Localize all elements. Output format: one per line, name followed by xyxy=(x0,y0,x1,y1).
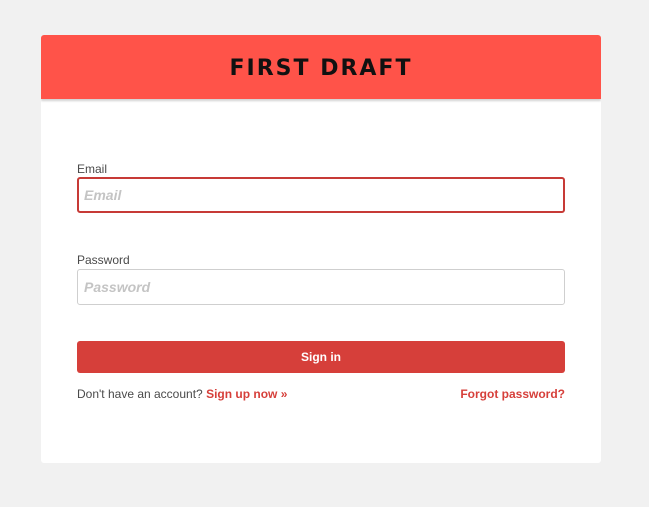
sign-up-link[interactable]: Sign up now » xyxy=(206,387,287,401)
password-field[interactable] xyxy=(77,269,565,305)
email-label: Email xyxy=(77,162,108,176)
email-field[interactable] xyxy=(77,177,565,213)
brand-logo-text: FIRST DRAFT xyxy=(229,55,413,81)
signup-prompt: Don't have an account? Sign up now » xyxy=(77,387,287,401)
header-bar: FIRST DRAFT xyxy=(41,35,601,99)
password-label: Password xyxy=(77,253,130,267)
no-account-text: Don't have an account? xyxy=(77,387,203,401)
login-card: FIRST DRAFT Email Password Sign in Don't… xyxy=(41,35,601,463)
forgot-password-link[interactable]: Forgot password? xyxy=(460,387,565,401)
sign-in-button[interactable]: Sign in xyxy=(77,341,565,373)
